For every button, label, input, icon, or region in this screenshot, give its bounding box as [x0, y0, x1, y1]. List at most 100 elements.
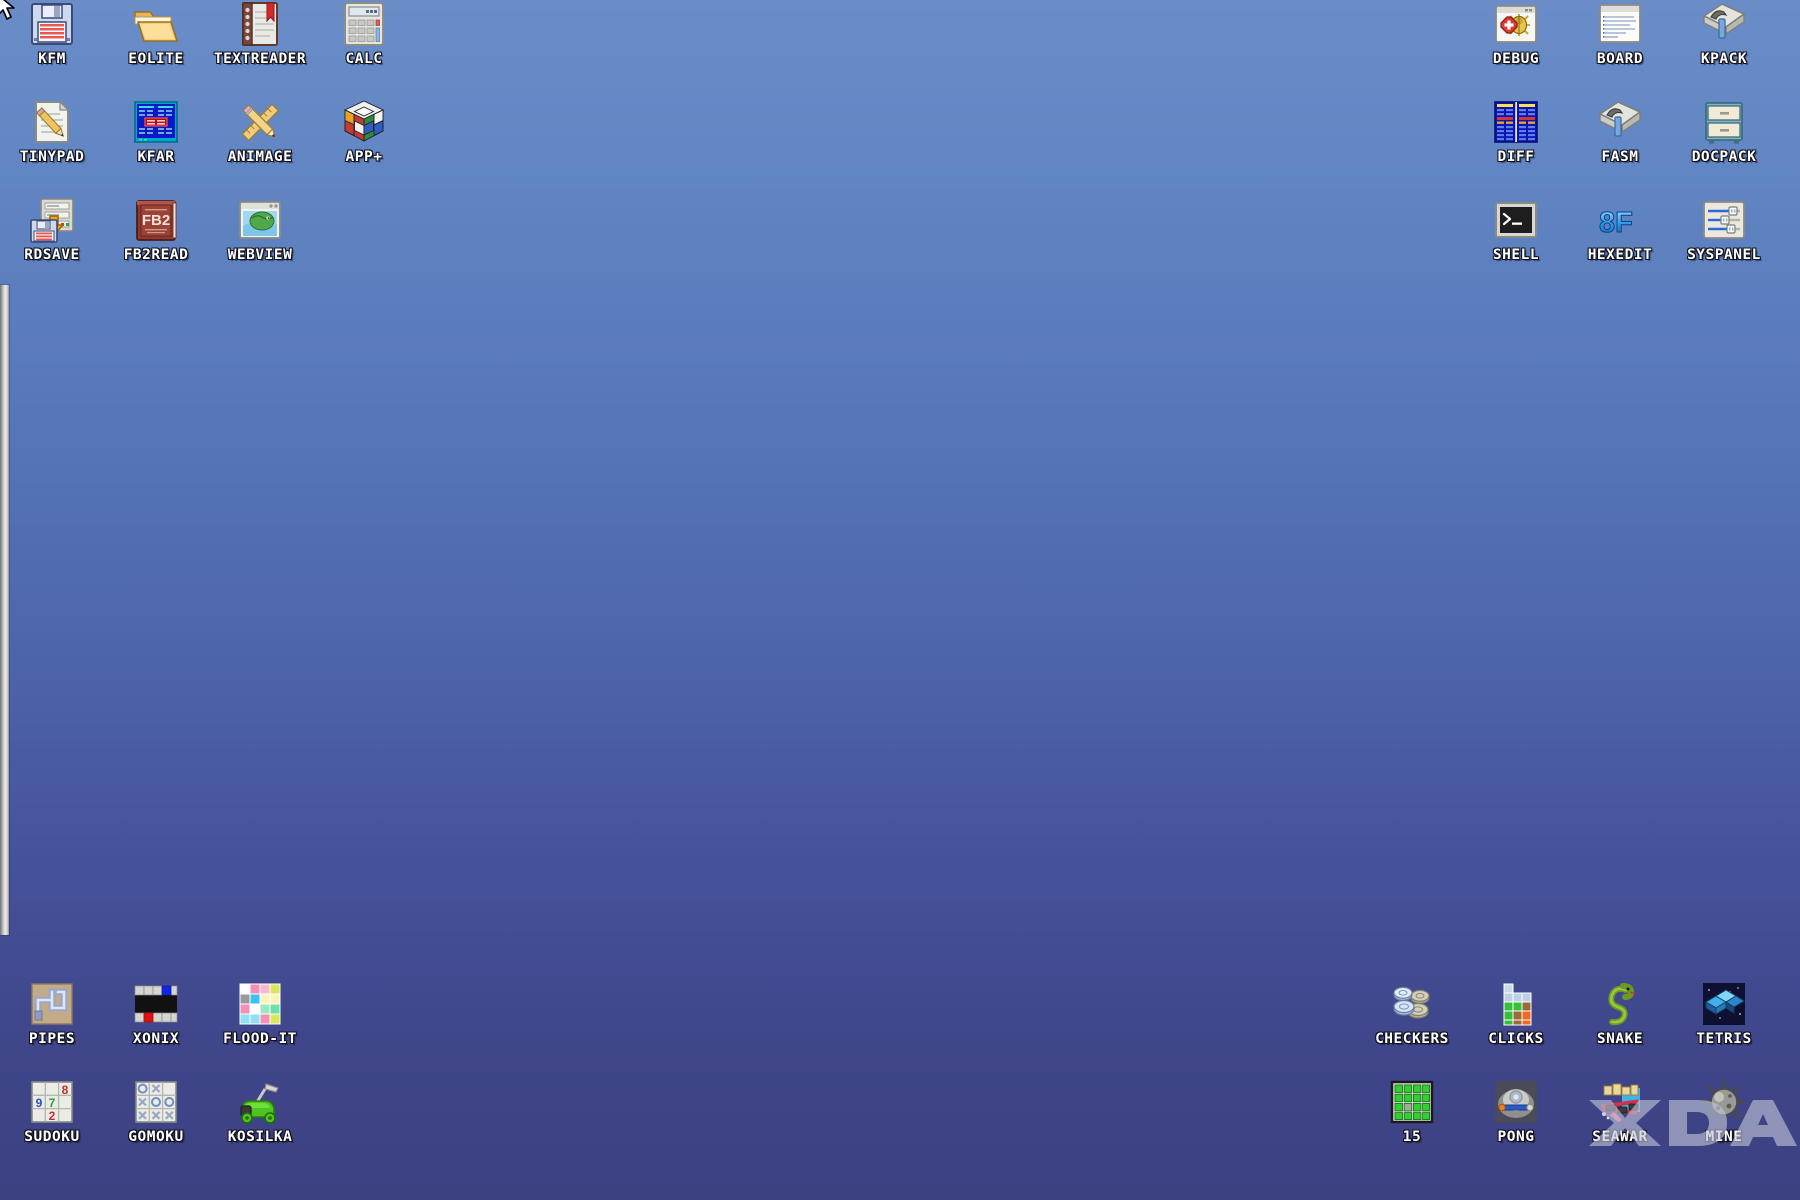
desktop-icon-label: CHECKERS: [1375, 1031, 1449, 1047]
desktop-icon-label: APP+: [345, 149, 383, 165]
ruler-pencil-icon: [236, 98, 284, 146]
sliders-icon: [1700, 196, 1748, 244]
desktop-icon-kosilka[interactable]: KOSILKA: [208, 1078, 312, 1145]
desktop-icon-label: GOMOKU: [128, 1129, 184, 1145]
desktop-icon-label: SEAWAR: [1592, 1129, 1648, 1145]
desktop-icon-label: DOCPACK: [1691, 149, 1757, 165]
calculator-icon: [340, 0, 388, 48]
desktop-icon-rdsave[interactable]: RDSAVE: [0, 196, 104, 263]
svg-text:2: 2: [49, 1109, 56, 1123]
bug-window-icon: [1492, 0, 1540, 48]
file-cabinet-icon: [1700, 98, 1748, 146]
svg-text:9: 9: [36, 1096, 43, 1110]
snake-icon: [1596, 980, 1644, 1028]
checkers-icon: [1388, 980, 1436, 1028]
terminal-icon: [1492, 196, 1540, 244]
desktop-icon-label: XONIX: [132, 1031, 180, 1047]
desktop-icon-label: CALC: [345, 51, 383, 67]
desktop-icon-mine[interactable]: MINE: [1672, 1078, 1776, 1145]
pipes-icon: [28, 980, 76, 1028]
desktop-icon-label: FB2READ: [123, 247, 189, 263]
desktop-icon-label: 15: [1402, 1129, 1422, 1145]
desktop-icon-calc[interactable]: CALC: [312, 0, 416, 67]
xonix-icon: [132, 980, 180, 1028]
desktop-icon-tetris[interactable]: TETRIS: [1672, 980, 1776, 1047]
desktop-icon-label: CLICKS: [1488, 1031, 1544, 1047]
desktop-icon-clicks[interactable]: CLICKS: [1464, 980, 1568, 1047]
desktop-icon-textreader[interactable]: TEXTREADER: [208, 0, 312, 67]
side-panel-strip[interactable]: [0, 285, 9, 935]
desktop-icon-label: DEBUG: [1492, 51, 1540, 67]
hex-8f-icon: 8F: [1596, 196, 1644, 244]
flood-it-icon: [236, 980, 284, 1028]
desktop-icon-label: PIPES: [28, 1031, 76, 1047]
hammer-package-icon: [1596, 98, 1644, 146]
desktop-icon-label: RDSAVE: [24, 247, 80, 263]
tictactoe-icon: [132, 1078, 180, 1126]
desktop-icon-diff[interactable]: DIFF: [1464, 98, 1568, 165]
desktop-icon-syspanel[interactable]: SYSPANEL: [1672, 196, 1776, 263]
notebook-icon: [236, 0, 284, 48]
svg-text:8: 8: [62, 1083, 69, 1097]
desktop-icon-xonix[interactable]: XONIX: [104, 980, 208, 1047]
pong-icon: [1492, 1078, 1540, 1126]
desktop-icon-label: HEXEDIT: [1587, 247, 1653, 263]
desktop-icon-label: TETRIS: [1696, 1031, 1752, 1047]
desktop-icon-label: TINYPAD: [19, 149, 85, 165]
hammer-package-icon: [1700, 0, 1748, 48]
desktop-icon-pong[interactable]: PONG: [1464, 1078, 1568, 1145]
rubiks-cube-icon: [340, 98, 388, 146]
desktop-icon-label: FASM: [1601, 149, 1639, 165]
file-manager-icon: [132, 98, 180, 146]
desktop-icon-hexedit[interactable]: 8F HEXEDIT: [1568, 196, 1672, 264]
desktop-icon-fifteen[interactable]: 15: [1360, 1078, 1464, 1145]
desktop-icon-debug[interactable]: DEBUG: [1464, 0, 1568, 67]
fb2-book-icon: FB2: [132, 196, 180, 244]
desktop-icon-pipes[interactable]: PIPES: [0, 980, 104, 1047]
desktop-icon-label: KOSILKA: [227, 1129, 293, 1145]
browser-globe-icon: [236, 196, 284, 244]
desktop-icon-webview[interactable]: WEBVIEW: [208, 196, 312, 263]
desktop-icon-label: SHELL: [1492, 247, 1540, 263]
desktop-icon-label: DIFF: [1497, 149, 1535, 165]
desktop-icon-eolite[interactable]: EOLITE: [104, 0, 208, 67]
blocks-icon: [1492, 980, 1540, 1028]
desktop-icon-fasm[interactable]: FASM: [1568, 98, 1672, 165]
desktop-icon-gomoku[interactable]: GOMOKU: [104, 1078, 208, 1145]
svg-text:8F: 8F: [1599, 207, 1633, 239]
desktop-root[interactable]: KFM EOLITE TEXTREADER CALC TINYPAD KFAR ANIMAG…: [0, 0, 1800, 1200]
desktop-icon-label: SNAKE: [1596, 1031, 1644, 1047]
sudoku-icon: 8 972: [28, 1078, 76, 1126]
desktop-icon-fb2read[interactable]: FB2 FB2READ: [104, 196, 208, 263]
desktop-icon-label: PONG: [1497, 1129, 1535, 1145]
seawar-icon: [1596, 1078, 1644, 1126]
desktop-icon-tinypad[interactable]: TINYPAD: [0, 98, 104, 165]
svg-text:7: 7: [49, 1096, 56, 1110]
open-folder-icon: [132, 0, 180, 48]
floppy-disk-icon: [28, 0, 76, 48]
svg-text:FB2: FB2: [142, 212, 170, 229]
desktop-icon-animage[interactable]: ANIMAGE: [208, 98, 312, 165]
desktop-icon-board[interactable]: BOARD: [1568, 0, 1672, 67]
tetris-icon: [1700, 980, 1748, 1028]
lawnmower-icon: [236, 1078, 284, 1126]
notepad-pencil-icon: [28, 98, 76, 146]
desktop-icon-shell[interactable]: SHELL: [1464, 196, 1568, 263]
desktop-icon-label: WEBVIEW: [227, 247, 293, 263]
desktop-icon-label: ANIMAGE: [227, 149, 293, 165]
desktop-icon-docpack[interactable]: DOCPACK: [1672, 98, 1776, 165]
desktop-icon-label: EOLITE: [128, 51, 184, 67]
desktop-icon-sudoku[interactable]: 8 9 7 2 SUDOKU: [0, 1078, 104, 1145]
desktop-icon-kfar[interactable]: KFAR: [104, 98, 208, 165]
desktop-icon-kpack[interactable]: KPACK: [1672, 0, 1776, 67]
desktop-icon-label: KFAR: [137, 149, 175, 165]
desktop-icon-appplus[interactable]: APP+: [312, 98, 416, 165]
desktop-icon-label: KFM: [38, 51, 66, 67]
desktop-icon-checkers[interactable]: CHECKERS: [1360, 980, 1464, 1047]
desktop-icon-label: BOARD: [1596, 51, 1644, 67]
desktop-icon-flood-it[interactable]: FLOOD-IT: [208, 980, 312, 1047]
desktop-icon-snake[interactable]: SNAKE: [1568, 980, 1672, 1047]
puzzle15-icon: [1388, 1078, 1436, 1126]
mine-icon: [1700, 1078, 1748, 1126]
desktop-icon-seawar[interactable]: SEAWAR: [1568, 1078, 1672, 1145]
